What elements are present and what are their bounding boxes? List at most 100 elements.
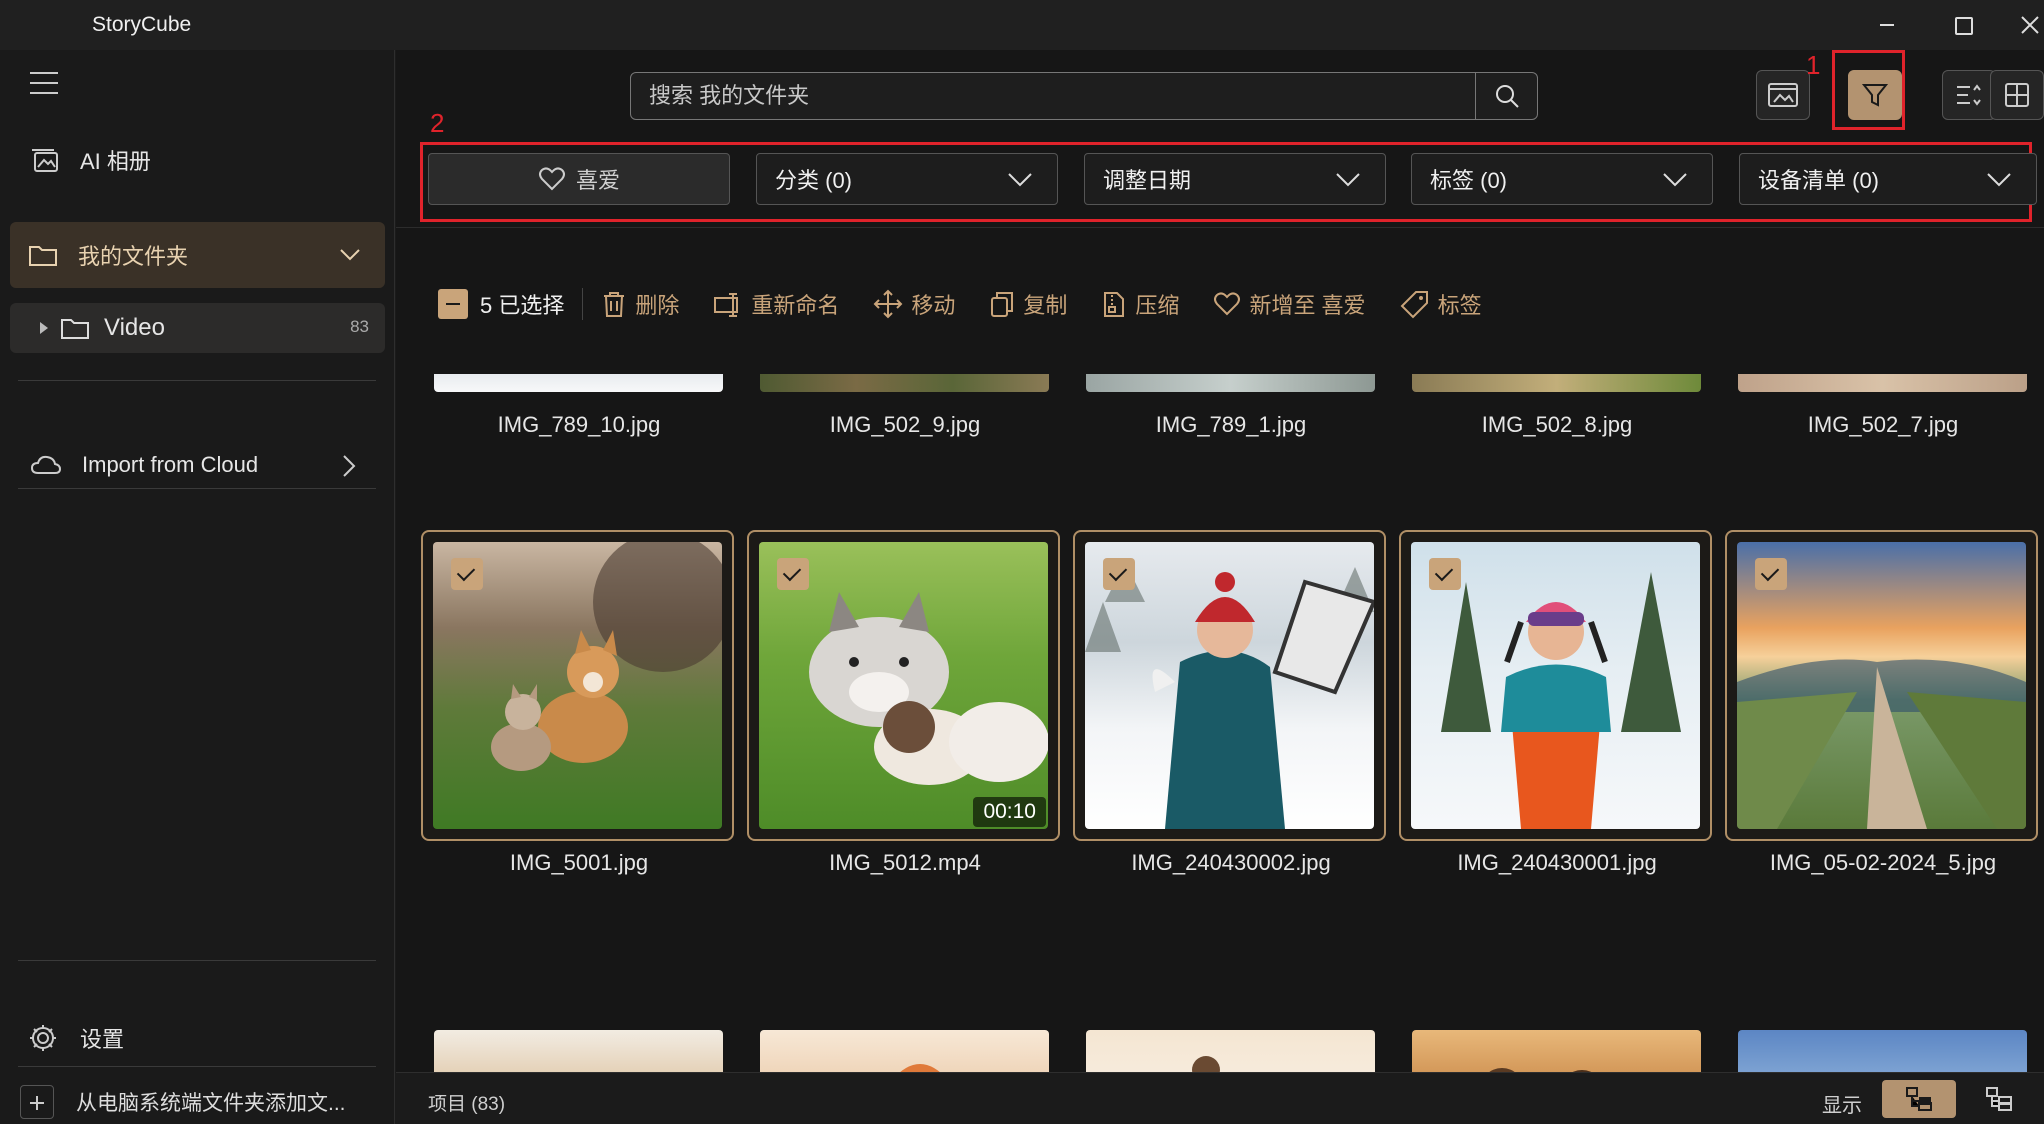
copy-icon xyxy=(991,292,1014,317)
tag-button[interactable]: 标签 xyxy=(1400,288,1482,320)
chevron-down-icon xyxy=(1663,173,1687,187)
divider xyxy=(18,1066,376,1067)
selection-toolbar: 5 已选择 删除 重新命名 移动 复制 压缩 新增至 喜爱 标签 xyxy=(396,278,2044,330)
media-card[interactable] xyxy=(1725,530,2038,841)
copy-label: 复制 xyxy=(1023,293,1068,318)
selection-count-label: 5 已选择 xyxy=(480,293,565,318)
delete-label: 删除 xyxy=(635,293,680,318)
view-mode-button-1[interactable] xyxy=(1882,1080,1956,1118)
sidebar: AI 相册 我的文件夹 Video 83 Import from Cloud 设… xyxy=(0,50,395,1124)
selected-checkbox[interactable] xyxy=(777,558,809,590)
view-mode-button-2[interactable] xyxy=(1962,1080,2036,1118)
selected-checkbox[interactable] xyxy=(1429,558,1461,590)
app-title: StoryCube xyxy=(92,13,192,36)
sidebar-item-ai-album[interactable]: AI 相册 xyxy=(10,130,385,190)
file-name: IMG_502_8.jpg xyxy=(1481,412,1633,437)
devices-dropdown[interactable]: 设备清单 (0) xyxy=(1739,153,2037,205)
close-icon xyxy=(2021,16,2039,34)
main-content: 1 2 喜爱 分类 (0) 调整日期 标签 (0) 设备清单 (0) 5 已选择 xyxy=(396,50,2044,1124)
sidebar-item-label: Import from Cloud xyxy=(82,452,259,477)
move-button[interactable]: 移动 xyxy=(873,288,955,320)
selected-checkbox[interactable] xyxy=(451,558,483,590)
add-folder-button[interactable]: 从电脑系统端文件夹添加文... xyxy=(10,1080,385,1124)
date-dropdown[interactable]: 调整日期 xyxy=(1084,153,1386,205)
favorite-label: 喜爱 xyxy=(575,168,620,193)
file-name: IMG_502_9.jpg xyxy=(829,412,981,437)
divider xyxy=(396,227,2044,228)
display-label: 显示 xyxy=(1822,1095,1862,1117)
close-button[interactable] xyxy=(2010,10,2044,40)
copy-button[interactable]: 复制 xyxy=(989,288,1067,320)
folder-icon xyxy=(61,319,89,339)
sidebar-item-settings[interactable]: 设置 xyxy=(10,1008,385,1068)
thumbnail[interactable] xyxy=(760,374,1049,392)
media-card[interactable]: 00:10 xyxy=(747,530,1060,841)
folder-icon xyxy=(29,246,57,266)
rename-icon xyxy=(714,293,739,317)
category-label: 分类 (0) xyxy=(775,168,853,193)
video-duration: 00:10 xyxy=(973,797,1046,827)
sort-button[interactable] xyxy=(1942,70,1996,120)
chevron-down-icon xyxy=(1336,173,1360,187)
compress-icon xyxy=(1104,292,1125,317)
category-dropdown[interactable]: 分类 (0) xyxy=(756,153,1058,205)
file-name: IMG_502_7.jpg xyxy=(1807,412,1959,437)
tags-dropdown[interactable]: 标签 (0) xyxy=(1411,153,1713,205)
compress-button[interactable]: 压缩 xyxy=(1101,288,1179,320)
add-favorite-label: 新增至 喜爱 xyxy=(1249,293,1366,318)
slideshow-icon xyxy=(1768,83,1798,107)
thumbnail[interactable] xyxy=(1738,374,2027,392)
media-card[interactable] xyxy=(421,530,734,841)
file-name: IMG_240430002.jpg xyxy=(1131,850,1331,875)
file-name: IMG_5012.mp4 xyxy=(829,850,981,875)
selection-count[interactable]: 5 已选择 xyxy=(438,288,564,320)
sidebar-item-label: 设置 xyxy=(80,1027,125,1052)
album-icon xyxy=(32,149,58,172)
file-name: IMG_789_1.jpg xyxy=(1155,412,1307,437)
heart-icon xyxy=(538,167,565,191)
file-name: IMG_05-02-2024_5.jpg xyxy=(1769,850,1997,875)
sidebar-item-my-folder[interactable]: 我的文件夹 xyxy=(10,222,385,288)
sidebar-item-label: 我的文件夹 xyxy=(78,244,189,269)
move-label: 移动 xyxy=(911,293,956,318)
delete-button[interactable]: 删除 xyxy=(601,288,679,320)
thumbnail[interactable] xyxy=(1086,374,1375,392)
tree-view-icon xyxy=(1906,1087,1932,1111)
divider xyxy=(18,960,376,961)
tag-label: 标签 xyxy=(1437,293,1482,318)
search-icon xyxy=(1495,85,1519,108)
media-card[interactable] xyxy=(1399,530,1712,841)
thumbnail[interactable] xyxy=(1412,374,1701,392)
favorite-filter-button[interactable]: 喜爱 xyxy=(428,153,730,205)
thumbnail[interactable] xyxy=(434,374,723,392)
slideshow-button[interactable] xyxy=(1756,70,1810,120)
compress-label: 压缩 xyxy=(1135,293,1180,318)
selected-checkbox[interactable] xyxy=(1103,558,1135,590)
search-input[interactable] xyxy=(631,73,1477,119)
divider xyxy=(582,288,584,320)
trash-icon xyxy=(604,292,625,317)
move-icon xyxy=(873,289,903,319)
menu-icon[interactable] xyxy=(30,72,58,94)
rename-label: 重新命名 xyxy=(751,293,840,318)
rename-button[interactable]: 重新命名 xyxy=(713,288,839,320)
devices-label: 设备清单 (0) xyxy=(1758,168,1880,193)
selected-checkbox[interactable] xyxy=(1755,558,1787,590)
annotation-number-2: 2 xyxy=(430,108,445,138)
add-folder-label: 从电脑系统端文件夹添加文... xyxy=(76,1092,346,1115)
folder-item-video[interactable]: Video 83 xyxy=(10,303,385,353)
grid-icon xyxy=(2005,83,2029,107)
expand-caret-icon[interactable] xyxy=(40,322,48,334)
divider xyxy=(18,380,376,381)
tag-icon xyxy=(1400,291,1428,319)
minimize-button[interactable] xyxy=(1866,10,1906,40)
annotation-number-1: 1 xyxy=(1806,50,1821,80)
layout-button[interactable] xyxy=(1990,70,2044,120)
add-to-favorite-button[interactable]: 新增至 喜爱 xyxy=(1213,288,1366,320)
media-card[interactable] xyxy=(1073,530,1386,841)
chevron-down-icon xyxy=(1987,173,2011,187)
search-button[interactable] xyxy=(1475,73,1537,119)
maximize-button[interactable] xyxy=(1942,10,1982,40)
deselect-checkbox[interactable] xyxy=(438,289,468,319)
chevron-down-icon[interactable] xyxy=(337,242,363,268)
